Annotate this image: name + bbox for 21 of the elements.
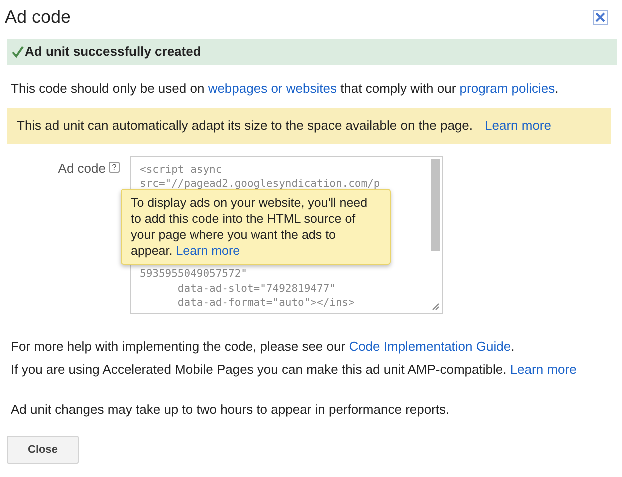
link[interactable]: webpages or websites bbox=[208, 81, 337, 96]
learn-more-link[interactable]: Learn more bbox=[176, 244, 240, 258]
help-icon[interactable]: ? bbox=[109, 162, 120, 172]
help-text: If you are using Accelerated Mobile Pages you can make this ad unit AMP-compatible. Learn more bbox=[11, 361, 578, 379]
link[interactable]: program policies bbox=[460, 81, 556, 96]
field-label: Ad code bbox=[58, 160, 106, 178]
scrollbar[interactable] bbox=[431, 158, 440, 250]
resize-handle-icon[interactable] bbox=[432, 302, 440, 310]
link[interactable]: Code Implementation Guide bbox=[349, 338, 512, 354]
link[interactable]: Learn more bbox=[510, 362, 577, 377]
tooltip-text: To display ads on your website, you'll need to add this code into the HTML source of your page where you want the ads to appear. Learn more bbox=[131, 194, 369, 258]
close-icon[interactable] bbox=[593, 10, 608, 24]
footnote: Ad unit changes may take up to two hours to appear in performance reports. bbox=[11, 400, 451, 419]
success-message: Ad unit successfully created bbox=[25, 43, 202, 62]
checkmark-icon bbox=[12, 46, 24, 58]
close-button[interactable]: Close bbox=[7, 436, 79, 464]
info-text: This ad unit can automatically adapt its size to the space available on the page. bbox=[17, 116, 474, 135]
window-title: Ad code bbox=[5, 6, 72, 28]
help-text: For more help with implementing the code, please see our Code Implementation Guide. bbox=[11, 338, 516, 356]
notice-text: This code should only be used on webpages or websites that comply with our program policies. bbox=[11, 80, 560, 98]
learn-more-link[interactable]: Learn more bbox=[485, 116, 552, 136]
